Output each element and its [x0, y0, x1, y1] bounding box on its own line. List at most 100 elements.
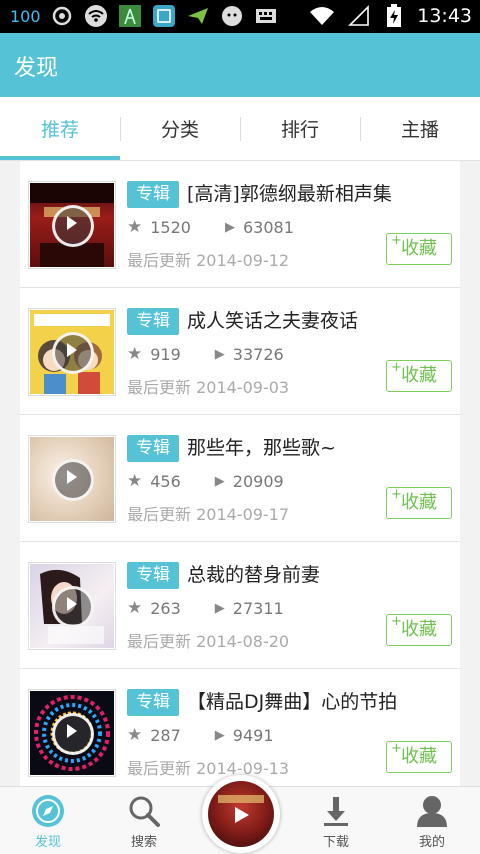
play-count: 33726 [232, 344, 284, 364]
album-card[interactable]: 专辑 【精品DJ舞曲】心的节拍 ★ 287 ▶ 9491 最后更新 2014-0… [20, 669, 460, 786]
album-stats: ★ 263 ▶ 27311 [127, 598, 284, 618]
now-playing-button[interactable] [202, 775, 280, 853]
favorite-label: 收藏 [401, 365, 437, 386]
album-badge: 专辑 [127, 308, 179, 335]
wifi-app-icon [83, 4, 109, 28]
album-cover[interactable] [28, 435, 116, 523]
chat-face-icon [219, 4, 245, 28]
play-count-icon: ▶ [214, 727, 225, 743]
tab-ranking[interactable]: 排行 [240, 97, 360, 160]
star-icon: ★ [127, 217, 143, 237]
active-tab-indicator [0, 156, 120, 160]
plus-icon: + [391, 741, 402, 756]
last-updated: 最后更新 2014-09-03 [127, 378, 290, 397]
nav-label: 搜索 [130, 835, 157, 850]
battery-level-text: 100 [10, 6, 41, 26]
user-icon [414, 793, 450, 829]
last-updated: 最后更新 2014-09-12 [127, 251, 290, 270]
favorite-button[interactable]: + 收藏 [386, 487, 452, 519]
album-badge: 专辑 [127, 689, 179, 716]
plus-icon: + [391, 233, 402, 248]
page-title: 发现 [14, 56, 59, 81]
play-icon [52, 459, 94, 501]
signal-tower-icon [117, 4, 143, 28]
album-title[interactable]: [高清]郭德纲最新相声集 [187, 181, 392, 208]
play-count-icon: ▶ [214, 600, 225, 616]
search-icon [126, 793, 162, 829]
album-title[interactable]: 成人笑话之夫妻夜话 [187, 308, 358, 335]
wifi-signal-icon [309, 4, 335, 28]
favorite-label: 收藏 [401, 492, 437, 513]
app-notification-icon [151, 4, 177, 28]
play-icon [52, 332, 94, 374]
play-icon [52, 586, 94, 628]
tab-anchors[interactable]: 主播 [360, 97, 480, 160]
battery-charging-icon [381, 4, 407, 28]
nav-label: 下载 [322, 835, 349, 850]
play-count: 9491 [232, 725, 274, 745]
like-count: 263 [150, 598, 181, 618]
tab-bar: 推荐 分类 排行 主播 [0, 97, 480, 161]
favorite-button[interactable]: + 收藏 [386, 741, 452, 773]
status-bar: 100 13:43 [0, 0, 480, 33]
app-bar: 发现 [0, 33, 480, 97]
plus-icon: + [391, 360, 402, 375]
album-stats: ★ 287 ▶ 9491 [127, 725, 274, 745]
album-cover[interactable] [28, 308, 116, 396]
play-count: 20909 [232, 471, 284, 491]
album-stats: ★ 1520 ▶ 63081 [127, 217, 294, 237]
star-icon: ★ [127, 344, 143, 364]
favorite-button[interactable]: + 收藏 [386, 614, 452, 646]
album-badge: 专辑 [127, 562, 179, 589]
play-count: 27311 [232, 598, 284, 618]
album-badge: 专辑 [127, 181, 179, 208]
favorite-button[interactable]: + 收藏 [386, 360, 452, 392]
album-title[interactable]: 那些年，那些歌~ [187, 435, 336, 462]
album-cover[interactable] [28, 181, 116, 269]
album-card[interactable]: 专辑 [高清]郭德纲最新相声集 ★ 1520 ▶ 63081 最后更新 2014… [20, 161, 460, 288]
compass-icon [30, 793, 66, 829]
play-icon [235, 807, 249, 823]
album-list[interactable]: 专辑 [高清]郭德纲最新相声集 ★ 1520 ▶ 63081 最后更新 2014… [0, 161, 480, 786]
star-icon: ★ [127, 471, 143, 491]
play-icon [52, 205, 94, 247]
nav-search[interactable]: 搜索 [96, 787, 192, 854]
nav-discover[interactable]: 发现 [0, 787, 96, 854]
play-count: 63081 [242, 217, 294, 237]
tab-category[interactable]: 分类 [120, 97, 240, 160]
tab-recommend[interactable]: 推荐 [0, 97, 120, 160]
play-count-icon: ▶ [224, 219, 235, 235]
like-count: 919 [150, 344, 181, 364]
now-playing-cover [208, 781, 274, 847]
play-count-icon: ▶ [214, 473, 225, 489]
sync-icon [49, 4, 75, 28]
last-updated: 最后更新 2014-09-17 [127, 505, 290, 524]
album-title[interactable]: 【精品DJ舞曲】心的节拍 [187, 689, 397, 716]
star-icon: ★ [127, 598, 143, 618]
cell-signal-icon [345, 4, 371, 28]
play-count-icon: ▶ [214, 346, 225, 362]
nav-download[interactable]: 下载 [288, 787, 384, 854]
album-cover[interactable] [28, 689, 116, 777]
last-updated: 最后更新 2014-09-13 [127, 759, 290, 778]
favorite-label: 收藏 [401, 746, 437, 767]
last-updated: 最后更新 2014-08-20 [127, 632, 290, 651]
album-card[interactable]: 专辑 那些年，那些歌~ ★ 456 ▶ 20909 最后更新 2014-09-1… [20, 415, 460, 542]
album-badge: 专辑 [127, 435, 179, 462]
album-cover[interactable] [28, 562, 116, 650]
nav-mine[interactable]: 我的 [384, 787, 480, 854]
status-clock: 13:43 [417, 5, 472, 27]
album-card[interactable]: 专辑 总裁的替身前妻 ★ 263 ▶ 27311 最后更新 2014-08-20… [20, 542, 460, 669]
album-title[interactable]: 总裁的替身前妻 [187, 562, 320, 589]
like-count: 287 [150, 725, 181, 745]
album-stats: ★ 456 ▶ 20909 [127, 471, 284, 491]
star-icon: ★ [127, 725, 143, 745]
favorite-label: 收藏 [401, 238, 437, 259]
favorite-label: 收藏 [401, 619, 437, 640]
album-stats: ★ 919 ▶ 33726 [127, 344, 284, 364]
plus-icon: + [391, 487, 402, 502]
favorite-button[interactable]: + 收藏 [386, 233, 452, 265]
nav-label: 发现 [34, 835, 61, 850]
plus-icon: + [391, 614, 402, 629]
album-card[interactable]: 专辑 成人笑话之夫妻夜话 ★ 919 ▶ 33726 最后更新 2014-09-… [20, 288, 460, 415]
